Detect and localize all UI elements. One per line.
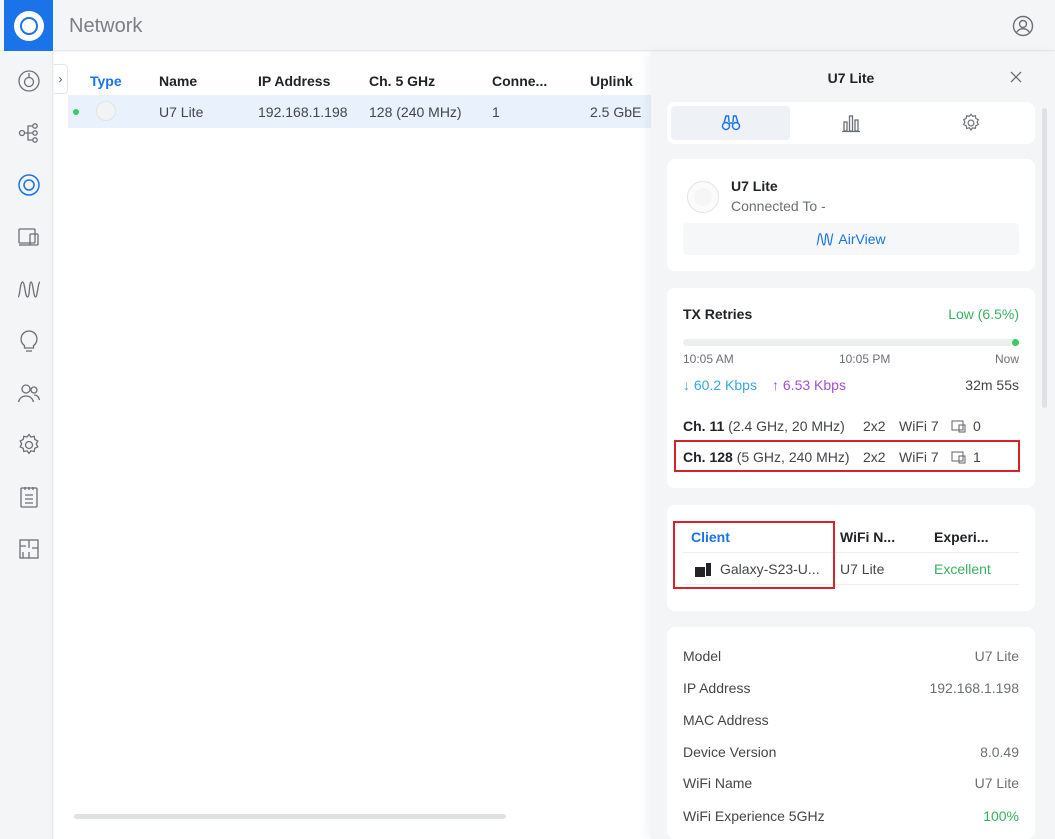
column-header-wifi-name[interactable]: WiFi N... bbox=[840, 529, 895, 545]
tx-retries-card: TX Retries Low (6.5%) 10:05 AM 10:05 PM … bbox=[667, 288, 1035, 488]
panel-title: U7 Lite bbox=[827, 70, 875, 86]
info-value: U7 Lite bbox=[974, 775, 1019, 791]
bar-chart-icon bbox=[841, 115, 860, 133]
column-header-ip-address[interactable]: IP Address bbox=[258, 73, 330, 89]
online-status-dot bbox=[73, 109, 79, 115]
radio-mimo: 2x2 bbox=[863, 418, 886, 434]
settings-icon[interactable] bbox=[16, 432, 42, 458]
info-row-wifi-name: WiFi Name U7 Lite bbox=[683, 775, 1019, 795]
devices-table-area: › Type Name IP Address Ch. 5 GHz Conne..… bbox=[54, 52, 651, 839]
info-row-wifi-experience: WiFi Experience 5GHz 100% bbox=[683, 808, 1019, 828]
dashboard-icon[interactable] bbox=[16, 68, 42, 94]
highlight-box-client bbox=[673, 521, 835, 589]
info-row-version: Device Version 8.0.49 bbox=[683, 744, 1019, 764]
tab-settings[interactable] bbox=[911, 106, 1030, 140]
airview-label: AirView bbox=[838, 231, 886, 247]
info-key: WiFi Experience 5GHz bbox=[683, 808, 825, 824]
app-title: Network bbox=[69, 15, 143, 37]
download-rate: ↓ 60.2 Kbps bbox=[683, 377, 757, 393]
panel-tabs bbox=[667, 102, 1035, 144]
cell-ip-address: 192.168.1.198 bbox=[258, 104, 348, 120]
close-icon[interactable] bbox=[1009, 70, 1023, 84]
client-wifi-name: U7 Lite bbox=[840, 561, 885, 577]
topology-icon[interactable] bbox=[16, 120, 42, 146]
device-name: U7 Lite bbox=[731, 178, 778, 194]
column-header-uplink[interactable]: Uplink bbox=[590, 73, 633, 89]
info-row-ip: IP Address 192.168.1.198 bbox=[683, 680, 1019, 700]
device-connected-to: Connected To - bbox=[731, 198, 826, 214]
column-header-connections[interactable]: Conne... bbox=[492, 73, 547, 89]
vertical-scrollbar[interactable] bbox=[1042, 108, 1047, 408]
tx-retries-status: Low (6.5%) bbox=[948, 306, 1019, 322]
devices-icon[interactable] bbox=[16, 172, 42, 198]
tx-retries-marker bbox=[1012, 339, 1019, 346]
table-header: Type Name IP Address Ch. 5 GHz Conne... … bbox=[68, 70, 651, 94]
device-info-card: Model U7 Lite IP Address 192.168.1.198 MAC… bbox=[667, 627, 1035, 839]
info-value: 100% bbox=[983, 808, 1019, 824]
column-header-experience[interactable]: Experi... bbox=[934, 529, 988, 545]
logs-icon[interactable] bbox=[16, 484, 42, 510]
column-header-channel[interactable]: Ch. 5 GHz bbox=[369, 73, 435, 89]
info-key: Model bbox=[683, 648, 722, 664]
radio-client-count: 0 bbox=[973, 418, 981, 434]
insights-icon[interactable] bbox=[16, 328, 42, 354]
info-key: Device Version bbox=[683, 744, 777, 760]
tx-retries-label: TX Retries bbox=[683, 306, 753, 322]
floorplan-icon[interactable] bbox=[16, 536, 42, 562]
tx-retries-timeline bbox=[683, 339, 1019, 346]
chevron-right-icon: › bbox=[58, 72, 63, 86]
uptime: 32m 55s bbox=[965, 377, 1019, 393]
tab-overview[interactable] bbox=[671, 106, 790, 140]
upload-rate: ↑ 6.53 Kbps bbox=[772, 377, 846, 393]
radio-detail: (2.4 GHz, 20 MHz) bbox=[728, 418, 845, 434]
column-header-type[interactable]: Type bbox=[90, 73, 122, 89]
user-circle-icon[interactable] bbox=[1011, 14, 1035, 38]
clients-card: Client WiFi N... Experi... Galaxy-S23-U.… bbox=[667, 505, 1035, 611]
timeline-tick-start: 10:05 AM bbox=[683, 352, 734, 366]
highlight-box-5g-radio bbox=[674, 440, 1020, 472]
clients-icon[interactable] bbox=[16, 224, 42, 250]
binoculars-icon bbox=[721, 115, 740, 131]
radio-standard: WiFi 7 bbox=[899, 418, 939, 434]
gear-icon bbox=[962, 113, 979, 131]
airview-wave-icon bbox=[816, 233, 835, 246]
left-nav bbox=[4, 52, 53, 839]
users-icon[interactable] bbox=[16, 380, 42, 406]
info-key: IP Address bbox=[683, 680, 751, 696]
horizontal-scrollbar[interactable] bbox=[74, 814, 506, 819]
info-key: MAC Address bbox=[683, 712, 769, 728]
table-row[interactable]: U7 Lite 192.168.1.198 128 (240 MHz) 1 2.… bbox=[68, 95, 651, 128]
device-thumbnail-icon bbox=[96, 101, 116, 121]
top-bar: Network bbox=[0, 0, 1055, 51]
device-summary-card: U7 Lite Connected To - AirView bbox=[667, 159, 1035, 271]
device-detail-panel: U7 Lite U7 Lite Connected To - AirView T… bbox=[651, 52, 1055, 839]
tab-statistics[interactable] bbox=[791, 106, 910, 140]
info-value: 192.168.1.198 bbox=[929, 680, 1019, 696]
column-header-name[interactable]: Name bbox=[159, 73, 197, 89]
radio-icon[interactable] bbox=[16, 276, 42, 302]
unifi-logo-icon[interactable] bbox=[4, 0, 53, 51]
info-value: 8.0.49 bbox=[980, 744, 1019, 760]
radio-row-2g: Ch. 11 (2.4 GHz, 20 MHz) 2x2 WiFi 7 0 bbox=[683, 413, 1019, 439]
cell-channel: 128 (240 MHz) bbox=[369, 104, 462, 120]
cell-name: U7 Lite bbox=[159, 104, 204, 120]
client-experience: Excellent bbox=[934, 561, 991, 577]
airview-button[interactable]: AirView bbox=[683, 223, 1019, 255]
client-device-icon bbox=[951, 420, 966, 433]
cell-uplink: 2.5 GbE bbox=[590, 104, 642, 120]
cell-connections: 1 bbox=[492, 104, 500, 120]
timeline-tick-now: Now bbox=[994, 352, 1019, 366]
device-image-icon bbox=[687, 181, 719, 213]
timeline-tick-mid: 10:05 PM bbox=[839, 352, 891, 366]
info-key: WiFi Name bbox=[683, 775, 753, 791]
info-value: U7 Lite bbox=[974, 648, 1019, 664]
info-row-model: Model U7 Lite bbox=[683, 648, 1019, 668]
expand-filters-button[interactable]: › bbox=[54, 64, 68, 94]
radio-channel: Ch. 11 bbox=[683, 418, 725, 434]
info-row-mac: MAC Address bbox=[683, 712, 1019, 732]
